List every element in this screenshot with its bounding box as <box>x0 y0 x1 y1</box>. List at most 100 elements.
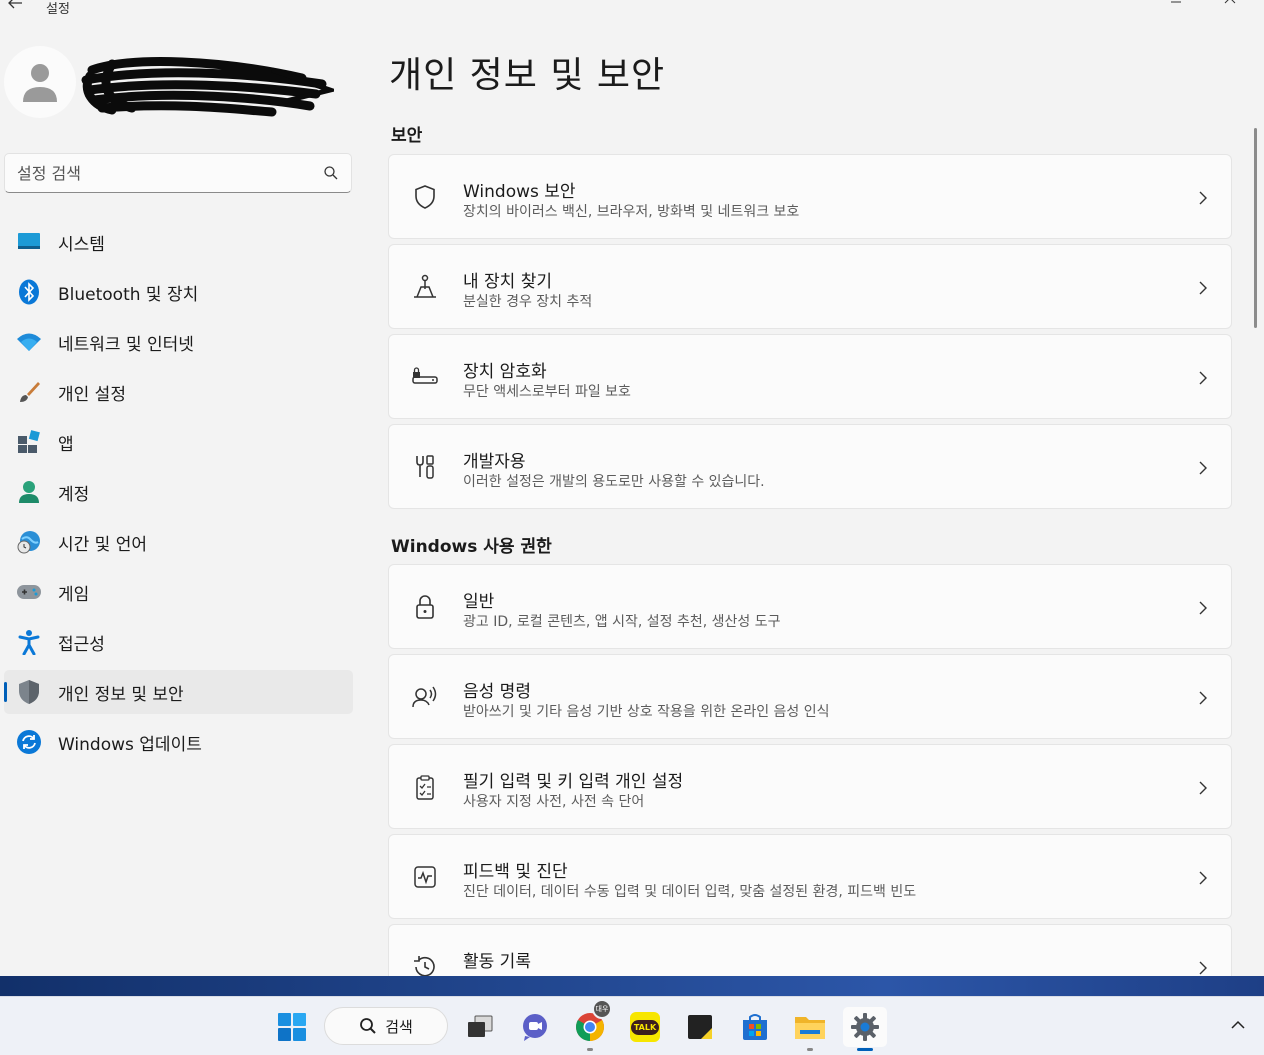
user-profile[interactable] <box>4 46 344 126</box>
chevron-right-icon <box>1199 601 1207 615</box>
sidebar-item-personalization[interactable]: 개인 설정 <box>4 370 353 414</box>
card-find-my-device[interactable]: 내 장치 찾기 분실한 경우 장치 추적 <box>388 244 1232 329</box>
sidebar-item-system[interactable]: 시스템 <box>4 220 353 264</box>
lock-icon <box>416 595 434 619</box>
sticky-notes-button[interactable] <box>678 1007 722 1047</box>
active-indicator <box>857 1048 873 1051</box>
sidebar-item-label: 네트워크 및 인터넷 <box>58 334 194 355</box>
taskbar: 검색 대우 TALK <box>0 996 1264 1055</box>
card-title: Windows 보안 <box>463 182 576 202</box>
chat-button[interactable] <box>513 1007 557 1047</box>
avatar[interactable] <box>4 46 76 118</box>
shield-icon <box>16 679 42 705</box>
card-inking-typing[interactable]: 필기 입력 및 키 입력 개인 설정 사용자 지정 사전, 사전 속 단어 <box>388 744 1232 829</box>
sidebar-item-label: Windows 업데이트 <box>58 734 202 755</box>
sidebar-item-accounts[interactable]: 계정 <box>4 470 353 514</box>
task-view-button[interactable] <box>458 1007 502 1047</box>
kakaotalk-icon: TALK <box>630 1012 660 1042</box>
sidebar-item-label: 게임 <box>58 584 90 605</box>
store-button[interactable] <box>733 1007 777 1047</box>
settings-window: 설정 시스템 <box>0 0 1264 976</box>
task-view-icon <box>468 1015 493 1037</box>
person-icon <box>16 479 42 505</box>
speech-icon <box>412 686 437 708</box>
page-title: 개인 정보 및 보안 <box>389 55 666 96</box>
section-header-windows-permissions: Windows 사용 권한 <box>391 537 552 557</box>
running-indicator <box>807 1048 813 1051</box>
history-icon <box>414 956 435 976</box>
start-icon <box>278 1013 306 1041</box>
chrome-profile-badge: 대우 <box>592 999 612 1019</box>
wifi-icon <box>16 329 42 355</box>
card-title: 개발자용 <box>463 452 526 472</box>
card-title: 활동 기록 <box>463 952 531 972</box>
chevron-right-icon <box>1199 691 1207 705</box>
card-title: 일반 <box>463 592 495 612</box>
card-activity-history[interactable]: 활동 기록 <box>388 924 1232 976</box>
search-input[interactable] <box>17 163 323 183</box>
chevron-right-icon <box>1199 461 1207 475</box>
sidebar-item-windows-update[interactable]: Windows 업데이트 <box>4 720 353 764</box>
developer-tools-icon <box>416 455 434 479</box>
card-for-developers[interactable]: 개발자용 이러한 설정은 개발의 용도로만 사용할 수 있습니다. <box>388 424 1232 509</box>
sidebar-item-accessibility[interactable]: 접근성 <box>4 620 353 664</box>
close-icon[interactable] <box>1224 0 1236 4</box>
settings-button[interactable] <box>843 1007 887 1051</box>
card-subtitle: 이러한 설정은 개발의 용도로만 사용할 수 있습니다. <box>463 474 765 490</box>
sidebar-item-label: 앱 <box>58 434 74 455</box>
sidebar-item-label: 개인 정보 및 보안 <box>58 684 184 705</box>
card-subtitle: 광고 ID, 로컬 콘텐츠, 앱 시작, 설정 추천, 생산성 도구 <box>463 614 781 630</box>
card-device-encryption[interactable]: 장치 암호화 무단 액세스로부터 파일 보호 <box>388 334 1232 419</box>
sidebar-item-time-language[interactable]: 시간 및 언어 <box>4 520 353 564</box>
title-bar: 설정 <box>0 0 1264 17</box>
kakaotalk-label: TALK <box>630 1019 660 1035</box>
card-subtitle: 받아쓰기 및 기타 음성 기반 상호 작용을 위한 온라인 음성 인식 <box>463 704 830 720</box>
taskbar-search[interactable]: 검색 <box>324 1007 448 1045</box>
card-title: 필기 입력 및 키 입력 개인 설정 <box>463 772 684 792</box>
scrollbar-thumb[interactable] <box>1254 128 1257 328</box>
card-title: 피드백 및 진단 <box>463 862 568 882</box>
pulse-icon <box>414 866 436 888</box>
chevron-right-icon <box>1199 281 1207 295</box>
drive-lock-icon <box>412 367 438 384</box>
chevron-up-icon[interactable] <box>1230 1019 1246 1031</box>
card-title: 내 장치 찾기 <box>463 272 553 292</box>
chat-icon <box>523 1014 547 1041</box>
minimize-icon[interactable] <box>1170 0 1182 4</box>
card-title: 장치 암호화 <box>463 362 547 382</box>
accessibility-icon <box>16 629 42 655</box>
sidebar-item-bluetooth[interactable]: Bluetooth 및 장치 <box>4 270 353 314</box>
file-explorer-icon <box>795 1017 825 1039</box>
sidebar-item-network[interactable]: 네트워크 및 인터넷 <box>4 320 353 364</box>
sidebar-item-gaming[interactable]: 게임 <box>4 570 353 614</box>
card-title: 음성 명령 <box>463 682 531 702</box>
card-speech[interactable]: 음성 명령 받아쓰기 및 기타 음성 기반 상호 작용을 위한 온라인 음성 인… <box>388 654 1232 739</box>
brush-icon <box>16 379 42 405</box>
start-button[interactable] <box>270 1007 314 1047</box>
card-subtitle: 진단 데이터, 데이터 수동 입력 및 데이터 입력, 맞춤 설정된 환경, 피… <box>463 884 917 900</box>
section-header-security: 보안 <box>391 126 423 146</box>
settings-search[interactable] <box>4 153 352 193</box>
card-general[interactable]: 일반 광고 ID, 로컬 콘텐츠, 앱 시작, 설정 추천, 생산성 도구 <box>388 564 1232 649</box>
chevron-right-icon <box>1199 191 1207 205</box>
redacted-username-scribble <box>81 57 334 117</box>
settings-icon <box>851 1013 879 1041</box>
back-arrow-icon[interactable] <box>6 0 24 12</box>
file-explorer-button[interactable] <box>788 1007 832 1051</box>
apps-icon <box>16 429 42 455</box>
sidebar-item-label: Bluetooth 및 장치 <box>58 284 199 305</box>
card-diagnostics-feedback[interactable]: 피드백 및 진단 진단 데이터, 데이터 수동 입력 및 데이터 입력, 맞춤 … <box>388 834 1232 919</box>
globe-clock-icon <box>16 529 42 555</box>
sidebar-nav: 시스템 Bluetooth 및 장치 네트워크 및 인터넷 개인 설정 앱 계정… <box>4 220 353 770</box>
sidebar-item-apps[interactable]: 앱 <box>4 420 353 464</box>
search-icon <box>360 1018 376 1034</box>
card-subtitle: 무단 액세스로부터 파일 보호 <box>463 384 631 400</box>
kakaotalk-button[interactable]: TALK <box>623 1007 667 1047</box>
sidebar-item-label: 계정 <box>58 484 90 505</box>
window-title: 설정 <box>46 2 70 17</box>
search-icon[interactable] <box>323 165 339 181</box>
sidebar-item-privacy-security[interactable]: 개인 정보 및 보안 <box>4 670 353 714</box>
chrome-button[interactable]: 대우 <box>568 999 612 1051</box>
card-windows-security[interactable]: Windows 보안 장치의 바이러스 백신, 브라우저, 방화벽 및 네트워크… <box>388 154 1232 239</box>
card-subtitle: 장치의 바이러스 백신, 브라우저, 방화벽 및 네트워크 보호 <box>463 204 800 220</box>
